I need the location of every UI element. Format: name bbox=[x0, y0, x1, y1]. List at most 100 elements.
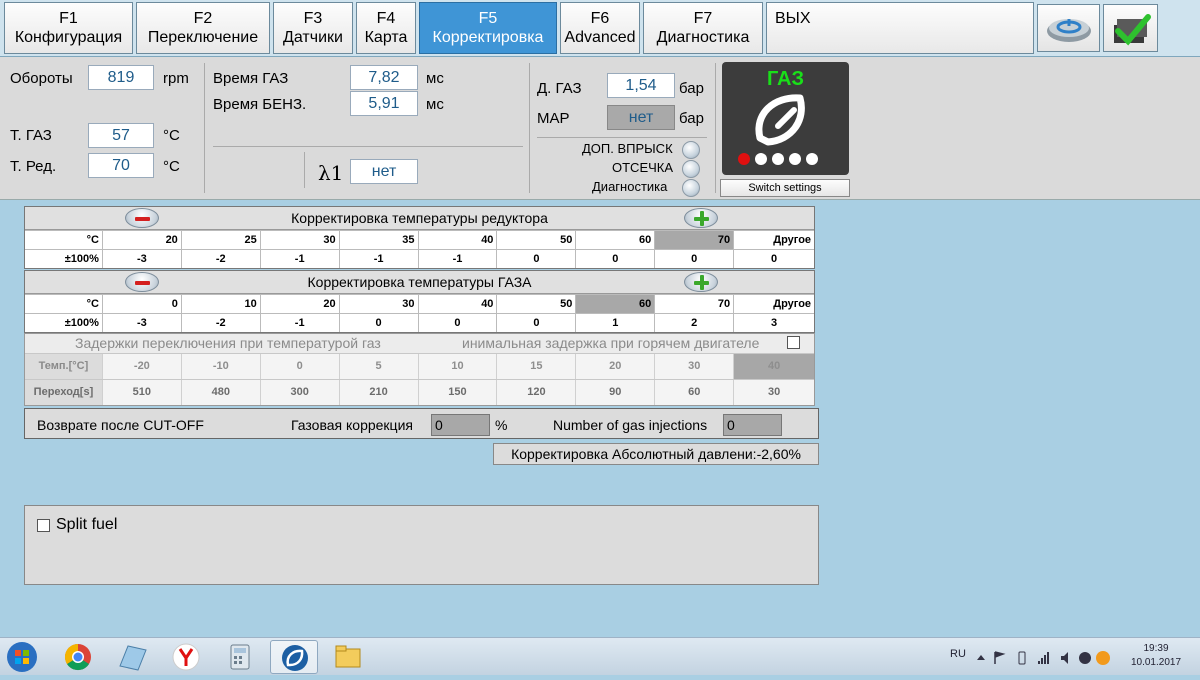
percent-unit: % bbox=[495, 417, 508, 433]
battery-icon[interactable] bbox=[1018, 651, 1026, 665]
correction-cell[interactable]: 2 bbox=[655, 314, 735, 332]
tab-diagnostics[interactable]: F7 Диагностика bbox=[643, 2, 763, 54]
table-row: Темп.[°C] -20 -10 0 5 10 15 20 30 40 bbox=[25, 353, 815, 379]
show-hidden-icons[interactable] bbox=[977, 655, 985, 660]
tab-key: F3 bbox=[303, 10, 323, 27]
correction-cell[interactable]: -1 bbox=[340, 250, 419, 268]
correction-cell[interactable]: -2 bbox=[182, 314, 261, 332]
correction-cell[interactable]: 0 bbox=[419, 314, 498, 332]
increase-button[interactable] bbox=[684, 272, 718, 292]
gas-temp-value: 57 bbox=[88, 123, 154, 148]
flag-icon[interactable] bbox=[994, 651, 1006, 664]
clock-time: 19:39 bbox=[1143, 643, 1169, 654]
reducer-temp-label: Т. Ред. bbox=[10, 158, 57, 175]
gas-software-icon bbox=[282, 645, 308, 671]
taskbar-explorer[interactable] bbox=[324, 640, 372, 674]
temp-cell: 5 bbox=[339, 354, 419, 379]
gas-pressure-unit: бар bbox=[679, 80, 704, 97]
fuel-switch-button[interactable]: ГАЗ bbox=[722, 62, 849, 175]
correction-cell[interactable]: 0 bbox=[734, 250, 814, 268]
temp-cell: 10 bbox=[182, 295, 261, 313]
gas-correction-input[interactable]: 0 bbox=[431, 414, 490, 436]
temp-cell: 20 bbox=[261, 295, 340, 313]
status-dot-active bbox=[738, 153, 750, 165]
correction-cell[interactable]: -3 bbox=[103, 314, 182, 332]
temp-cell: -10 bbox=[181, 354, 261, 379]
correction-cell[interactable]: 0 bbox=[655, 250, 735, 268]
hot-engine-delay-checkbox[interactable] bbox=[787, 336, 800, 349]
volume-icon[interactable] bbox=[1061, 652, 1068, 664]
gas-temp-correction-table: Корректировка температуры ГАЗА °C 0 10 2… bbox=[24, 270, 815, 333]
correction-cell[interactable]: 0 bbox=[340, 314, 419, 332]
taskbar-gas-software[interactable] bbox=[270, 640, 318, 674]
notes-app-icon bbox=[119, 645, 147, 671]
tab-label: Диагностика bbox=[656, 29, 750, 46]
correction-cell[interactable]: -1 bbox=[261, 314, 340, 332]
diagnostics-label: Диагностика bbox=[592, 179, 668, 194]
row-label: ±100% bbox=[25, 250, 103, 268]
delay-cell: 150 bbox=[418, 380, 498, 405]
status-panel: Обороты 819 rpm Т. ГАЗ 57 °C Т. Ред. 70 … bbox=[0, 57, 1200, 200]
yandex-browser-icon bbox=[172, 643, 200, 671]
windows-start-icon bbox=[7, 642, 37, 672]
rpm-unit: rpm bbox=[163, 70, 189, 87]
map-value: нет bbox=[607, 105, 675, 130]
correction-cell[interactable]: 0 bbox=[497, 250, 577, 268]
rpm-value: 819 bbox=[88, 65, 154, 90]
delay-cell: 120 bbox=[497, 380, 577, 405]
save-settings-button[interactable] bbox=[1103, 4, 1158, 52]
row-label: °C bbox=[25, 231, 103, 249]
tab-switching[interactable]: F2 Переключение bbox=[136, 2, 270, 54]
correction-cell[interactable]: -1 bbox=[419, 250, 498, 268]
correction-cell[interactable]: 0 bbox=[576, 250, 656, 268]
calculator-icon bbox=[230, 644, 250, 670]
tray-notification-icon[interactable] bbox=[1096, 651, 1110, 665]
petrol-time-unit: мс bbox=[426, 96, 444, 113]
connection-button[interactable] bbox=[1037, 4, 1100, 52]
taskbar-yandex[interactable] bbox=[162, 640, 210, 674]
taskbar-chrome[interactable] bbox=[54, 640, 102, 674]
delay-cell: 480 bbox=[181, 380, 261, 405]
gas-temp-label: Т. ГАЗ bbox=[10, 127, 52, 144]
temp-cell: 50 bbox=[497, 231, 577, 249]
tab-correction[interactable]: F5 Корректировка bbox=[419, 2, 557, 54]
taskbar: RU 19:39 10.01.2017 bbox=[0, 637, 1200, 675]
exit-button[interactable]: ВЫХ bbox=[766, 2, 1034, 54]
correction-cell[interactable]: -3 bbox=[103, 250, 182, 268]
decrease-button[interactable] bbox=[125, 208, 159, 228]
tab-configuration[interactable]: F1 Конфигурация bbox=[4, 2, 133, 54]
reducer-temp-value: 70 bbox=[88, 153, 154, 178]
correction-cell[interactable]: -2 bbox=[182, 250, 261, 268]
table-title: Корректировка температуры ГАЗА bbox=[307, 274, 532, 290]
correction-cell[interactable]: 1 bbox=[576, 314, 656, 332]
start-button[interactable] bbox=[0, 640, 44, 674]
delay-cell: 90 bbox=[576, 380, 656, 405]
status-dot bbox=[772, 153, 784, 165]
correction-cell[interactable]: -1 bbox=[261, 250, 340, 268]
tab-map[interactable]: F4 Карта bbox=[356, 2, 416, 54]
temp-cell-other: Другое bbox=[773, 234, 812, 246]
gas-injections-input[interactable]: 0 bbox=[723, 414, 782, 436]
minus-icon bbox=[135, 281, 150, 285]
split-fuel-checkbox[interactable] bbox=[37, 519, 50, 532]
network-icon[interactable] bbox=[1038, 652, 1049, 664]
correction-cell[interactable]: 0 bbox=[497, 314, 577, 332]
decrease-button[interactable] bbox=[125, 272, 159, 292]
temp-cell: 30 bbox=[655, 354, 735, 379]
cutoff-panel: Возврате после CUT-OFF Газовая коррекция… bbox=[24, 408, 819, 439]
cutoff-indicator bbox=[682, 160, 700, 178]
delay-title: Задержки переключения при температурой г… bbox=[75, 335, 381, 351]
tab-sensors[interactable]: F3 Датчики bbox=[273, 2, 353, 54]
divider bbox=[304, 152, 305, 188]
tray-app-icon[interactable] bbox=[1079, 652, 1091, 664]
taskbar-calculator[interactable] bbox=[216, 640, 264, 674]
tab-advanced[interactable]: F6 Advanced bbox=[560, 2, 640, 54]
taskbar-app[interactable] bbox=[108, 640, 156, 674]
increase-button[interactable] bbox=[684, 208, 718, 228]
language-indicator[interactable]: RU bbox=[950, 648, 966, 660]
correction-cell[interactable]: 3 bbox=[734, 314, 814, 332]
clock[interactable]: 19:39 10.01.2017 bbox=[1126, 642, 1186, 670]
status-dot bbox=[789, 153, 801, 165]
switch-settings-button[interactable]: Switch settings bbox=[720, 179, 850, 197]
tab-key: F1 bbox=[59, 10, 78, 27]
